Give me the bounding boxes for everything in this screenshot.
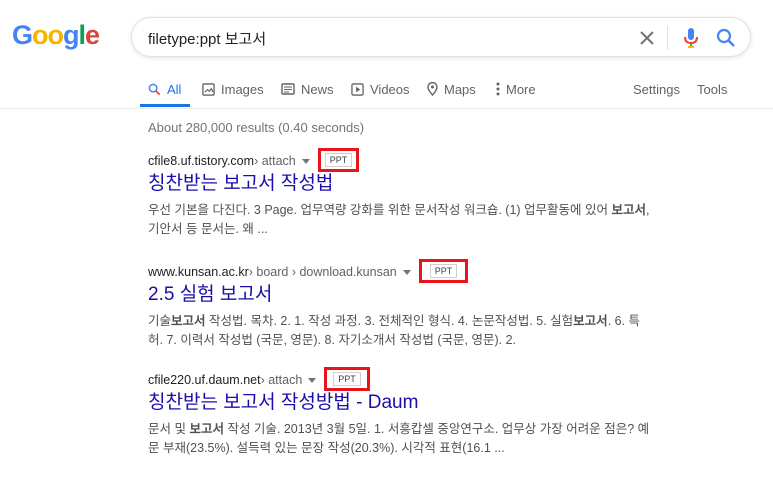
news-icon	[281, 83, 295, 95]
logo-letter-g: G	[12, 20, 33, 50]
result-title-link[interactable]: 칭찬받는 보고서 작성법	[148, 172, 708, 196]
tab-news-label: News	[301, 81, 334, 97]
result-domain: cfile220.uf.daum.net	[148, 373, 261, 387]
tab-images-label: Images	[221, 81, 264, 97]
result-path: › attach	[260, 373, 303, 387]
file-type-badge: PPT	[324, 153, 353, 167]
logo-letter-e: e	[85, 20, 100, 50]
result-stats: About 280,000 results (0.40 seconds)	[148, 120, 365, 135]
search-tabs: All Images News Videos Maps More Setting…	[0, 70, 773, 109]
tools-link[interactable]: Tools	[697, 80, 727, 98]
more-dots-icon	[496, 82, 500, 96]
settings-label: Settings	[633, 81, 680, 97]
result-snippet: 기술보고서 작성법. 목차. 2. 1. 작성 과정. 3. 전체적인 형식. …	[148, 312, 708, 350]
tab-videos[interactable]: Videos	[351, 80, 410, 98]
logo-letter-o1: o	[32, 20, 48, 50]
snippet-text: 문서 및	[148, 422, 190, 436]
result-title-link[interactable]: 2.5 실험 보고서	[148, 283, 708, 307]
snippet-highlight: 보고서	[189, 422, 224, 436]
search-box	[131, 17, 751, 57]
file-type-badge: PPT	[333, 372, 361, 386]
search-input[interactable]	[148, 28, 608, 48]
snippet-text: . 6. 특	[607, 314, 641, 328]
result-cite[interactable]: cfile8.uf.tistory.com › attach PPT	[148, 148, 708, 172]
dropdown-caret-icon[interactable]	[308, 377, 317, 383]
tab-images[interactable]: Images	[202, 80, 264, 98]
snippet-text: 기안서 등 문서는. 왜 ...	[148, 222, 268, 236]
settings-link[interactable]: Settings	[633, 80, 680, 98]
snippet-text: 문 부재(23.5%). 설득력 있는 문장 작성(20.3%). 시각적 표현…	[148, 441, 505, 455]
result-domain: www.kunsan.ac.kr	[148, 265, 249, 279]
tools-label: Tools	[697, 81, 728, 97]
snippet-highlight: 보고서	[573, 314, 608, 328]
active-tab-indicator	[140, 104, 190, 107]
tab-news[interactable]: News	[281, 80, 334, 98]
map-pin-icon	[427, 82, 438, 96]
snippet-text: 우선 기본을 다진다. 3 Page. 업무역량 강화를 위한 문서작성 워크숍…	[148, 203, 612, 217]
tab-more[interactable]: More	[496, 80, 536, 98]
image-icon	[202, 82, 215, 96]
snippet-text: 작성 기술. 2013년 3월 5일. 1. 서흥캅셀 중앙연구소. 업무상 가…	[223, 422, 650, 436]
result-cite[interactable]: cfile220.uf.daum.net › attach PPT	[148, 367, 708, 391]
snippet-highlight: 보고서	[171, 314, 206, 328]
tab-maps-label: Maps	[444, 81, 476, 97]
file-type-badge-highlight: PPT	[317, 148, 360, 172]
dropdown-caret-icon[interactable]	[402, 269, 411, 275]
result-domain: cfile8.uf.tistory.com	[148, 154, 255, 168]
clear-icon[interactable]	[635, 26, 659, 50]
tab-videos-label: Videos	[370, 81, 410, 97]
result-title-link[interactable]: 칭찬받는 보고서 작성방법 - Daum	[148, 391, 708, 415]
result-path: › attach	[254, 154, 296, 168]
snippet-text: 작성법. 목차. 2. 1. 작성 과정. 3. 전체적인 형식. 4. 논문작…	[205, 314, 574, 328]
search-result: cfile8.uf.tistory.com › attach PPT 칭찬받는 …	[148, 148, 708, 239]
snippet-text: 기술	[148, 314, 172, 328]
snippet-text: ,	[646, 203, 650, 217]
tab-all-label: All	[167, 81, 182, 97]
result-path: › board › download.kunsan	[248, 265, 397, 279]
search-icon[interactable]	[714, 26, 738, 50]
file-type-badge-highlight: PPT	[324, 367, 370, 391]
microphone-icon[interactable]	[679, 26, 703, 50]
file-type-badge-highlight: PPT	[418, 259, 469, 283]
search-result: cfile220.uf.daum.net › attach PPT 칭찬받는 보…	[148, 367, 708, 458]
result-cite[interactable]: www.kunsan.ac.kr › board › download.kuns…	[148, 259, 708, 283]
result-snippet: 우선 기본을 다진다. 3 Page. 업무역량 강화를 위한 문서작성 워크숍…	[148, 201, 708, 239]
play-icon	[351, 82, 364, 96]
result-snippet: 문서 및 보고서 작성 기술. 2013년 3월 5일. 1. 서흥캅셀 중앙연…	[148, 420, 708, 458]
snippet-text: 허. 7. 이력서 작성법 (국문, 영문). 8. 자기소개서 작성법 (국문…	[148, 333, 516, 347]
tab-all[interactable]: All	[148, 80, 181, 98]
snippet-highlight: 보고서	[611, 203, 647, 217]
logo-letter-o2: o	[47, 20, 64, 50]
tab-maps[interactable]: Maps	[427, 80, 476, 98]
tab-more-label: More	[506, 81, 536, 97]
dropdown-caret-icon[interactable]	[301, 158, 310, 164]
logo-letter-g2: g	[63, 20, 79, 50]
google-logo[interactable]: Google	[12, 20, 100, 50]
search-result: www.kunsan.ac.kr › board › download.kuns…	[148, 259, 708, 350]
file-type-badge: PPT	[429, 264, 458, 278]
search-icon	[148, 83, 161, 95]
search-divider	[667, 26, 668, 50]
